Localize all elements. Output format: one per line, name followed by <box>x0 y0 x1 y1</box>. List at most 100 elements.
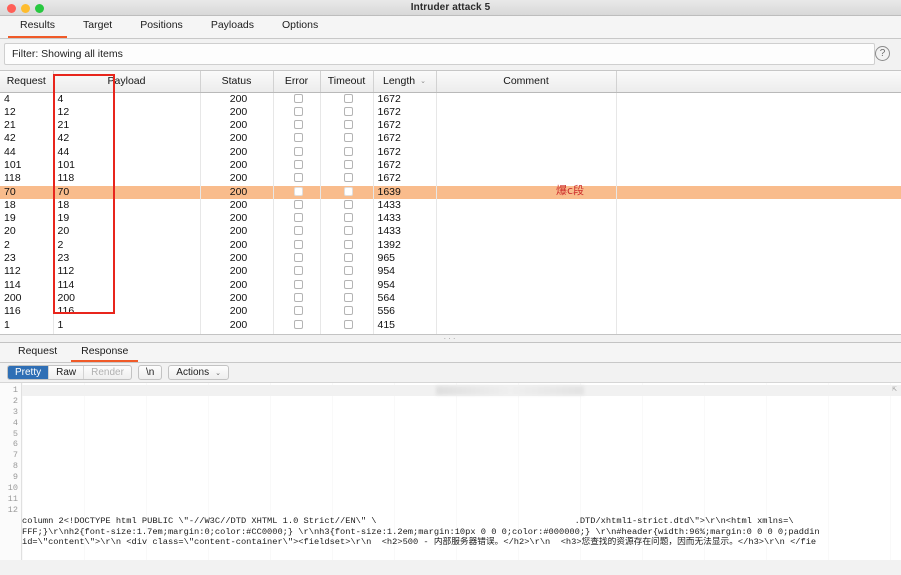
checkbox-icon[interactable] <box>294 120 303 130</box>
cell-error-checkbox[interactable] <box>273 265 321 279</box>
checkbox-icon[interactable] <box>294 239 303 249</box>
column-header-status[interactable]: Status <box>200 71 274 93</box>
cell-error-checkbox[interactable] <box>273 119 321 133</box>
cell-timeout-checkbox[interactable] <box>320 132 374 146</box>
checkbox-icon[interactable] <box>344 93 353 103</box>
cell-timeout-checkbox[interactable] <box>320 305 374 319</box>
column-header-error[interactable]: Error <box>273 71 321 93</box>
tab-positions[interactable]: Positions <box>126 16 197 38</box>
table-row[interactable]: 112 112 200 954 <box>0 265 901 279</box>
cell-timeout-checkbox[interactable] <box>320 198 374 213</box>
pretty-button[interactable]: Pretty <box>8 366 50 379</box>
checkbox-icon[interactable] <box>344 253 353 263</box>
cell-timeout-checkbox[interactable] <box>320 212 374 226</box>
response-editor[interactable]: 1 2 3 4 5 6 7 8 9 10 11 12 column 2<!DOCTYPE html P… <box>0 383 901 560</box>
cell-error-checkbox[interactable] <box>273 278 321 292</box>
cell-error-checkbox[interactable] <box>273 92 321 106</box>
checkbox-icon[interactable] <box>344 159 353 169</box>
cell-error-checkbox[interactable] <box>273 105 321 120</box>
checkbox-icon[interactable] <box>294 93 303 103</box>
cell-error-checkbox[interactable] <box>273 305 321 319</box>
results-table-area[interactable]: Request Payload Status Error Timeout Len… <box>0 70 901 334</box>
tab-target[interactable]: Target <box>69 16 126 38</box>
column-header-comment[interactable]: Comment <box>436 71 617 93</box>
cell-error-checkbox[interactable] <box>273 158 321 173</box>
column-header-timeout[interactable]: Timeout <box>320 71 374 93</box>
checkbox-icon[interactable] <box>294 253 303 263</box>
cell-timeout-checkbox[interactable] <box>320 265 374 279</box>
tab-response[interactable]: Response <box>69 343 140 362</box>
checkbox-icon[interactable] <box>294 199 303 209</box>
table-row[interactable]: 2 2 200 1392 <box>0 238 901 253</box>
checkbox-icon[interactable] <box>294 106 303 116</box>
table-row[interactable]: 114 114 200 954 <box>0 278 901 292</box>
table-row[interactable]: 70 70 200 1639 <box>0 185 901 199</box>
cell-error-checkbox[interactable] <box>273 172 321 186</box>
column-header-payload[interactable]: Payload <box>53 71 201 93</box>
checkbox-icon[interactable] <box>294 146 303 156</box>
raw-button[interactable]: Raw <box>49 366 85 379</box>
cell-error-checkbox[interactable] <box>273 212 321 226</box>
checkbox-icon[interactable] <box>294 226 303 236</box>
checkbox-icon[interactable] <box>344 146 353 156</box>
table-row[interactable]: 200 200 200 564 <box>0 291 901 306</box>
cell-error-checkbox[interactable] <box>273 145 321 159</box>
table-row[interactable]: 116 116 200 556 <box>0 305 901 319</box>
checkbox-icon[interactable] <box>294 266 303 276</box>
checkbox-icon[interactable] <box>294 133 303 143</box>
cell-error-checkbox[interactable] <box>273 225 321 239</box>
table-row[interactable]: 19 19 200 1433 <box>0 212 901 226</box>
checkbox-icon[interactable] <box>344 173 353 183</box>
table-row[interactable]: 1 1 200 415 <box>0 318 901 332</box>
table-row[interactable]: 12 12 200 1672 <box>0 105 901 120</box>
editor-content[interactable]: column 2<!DOCTYPE html PUBLIC \"-//W3C//… <box>22 383 901 560</box>
tab-options[interactable]: Options <box>268 16 332 38</box>
cell-error-checkbox[interactable] <box>273 252 321 266</box>
cell-error-checkbox[interactable] <box>273 132 321 146</box>
cell-error-checkbox[interactable] <box>273 198 321 213</box>
checkbox-icon[interactable] <box>344 213 353 223</box>
checkbox-icon[interactable] <box>344 133 353 143</box>
checkbox-icon[interactable] <box>344 186 353 196</box>
newline-toggle-button[interactable]: \n <box>137 365 163 380</box>
checkbox-icon[interactable] <box>344 199 353 209</box>
cell-timeout-checkbox[interactable] <box>320 291 374 306</box>
cell-error-checkbox[interactable] <box>273 185 321 199</box>
table-row[interactable]: 4 4 200 1672 <box>0 92 901 106</box>
checkbox-icon[interactable] <box>344 239 353 249</box>
cell-timeout-checkbox[interactable] <box>320 278 374 292</box>
panel-splitter[interactable]: ··· <box>0 334 901 343</box>
zoom-button[interactable] <box>35 4 44 13</box>
tab-payloads[interactable]: Payloads <box>197 16 268 38</box>
cell-timeout-checkbox[interactable] <box>320 318 374 332</box>
question-mark-icon[interactable]: ? <box>875 46 890 61</box>
checkbox-icon[interactable] <box>344 306 353 316</box>
table-row[interactable]: 18 18 200 1433 <box>0 198 901 213</box>
filter-bar[interactable]: Filter: Showing all items ? <box>4 43 890 65</box>
checkbox-icon[interactable] <box>344 106 353 116</box>
checkbox-icon[interactable] <box>344 292 353 302</box>
checkbox-icon[interactable] <box>294 159 303 169</box>
minimize-button[interactable] <box>21 4 30 13</box>
checkbox-icon[interactable] <box>294 279 303 289</box>
cell-timeout-checkbox[interactable] <box>320 105 374 120</box>
table-row[interactable]: 44 44 200 1672 <box>0 145 901 159</box>
checkbox-icon[interactable] <box>294 306 303 316</box>
tab-request[interactable]: Request <box>6 343 69 362</box>
cell-timeout-checkbox[interactable] <box>320 92 374 106</box>
cell-timeout-checkbox[interactable] <box>320 225 374 239</box>
checkbox-icon[interactable] <box>344 226 353 236</box>
cell-timeout-checkbox[interactable] <box>320 145 374 159</box>
checkbox-icon[interactable] <box>294 186 303 196</box>
checkbox-icon[interactable] <box>294 213 303 223</box>
column-header-blank[interactable] <box>616 71 901 93</box>
tab-results[interactable]: Results <box>6 16 69 38</box>
table-row[interactable]: 101 101 200 1672 <box>0 158 901 173</box>
cell-timeout-checkbox[interactable] <box>320 185 374 199</box>
cell-timeout-checkbox[interactable] <box>320 252 374 266</box>
table-row[interactable]: 21 21 200 1672 <box>0 119 901 133</box>
actions-button[interactable]: Actions ⌄ <box>168 365 229 380</box>
checkbox-icon[interactable] <box>344 319 353 329</box>
cell-error-checkbox[interactable] <box>273 318 321 332</box>
checkbox-icon[interactable] <box>294 292 303 302</box>
